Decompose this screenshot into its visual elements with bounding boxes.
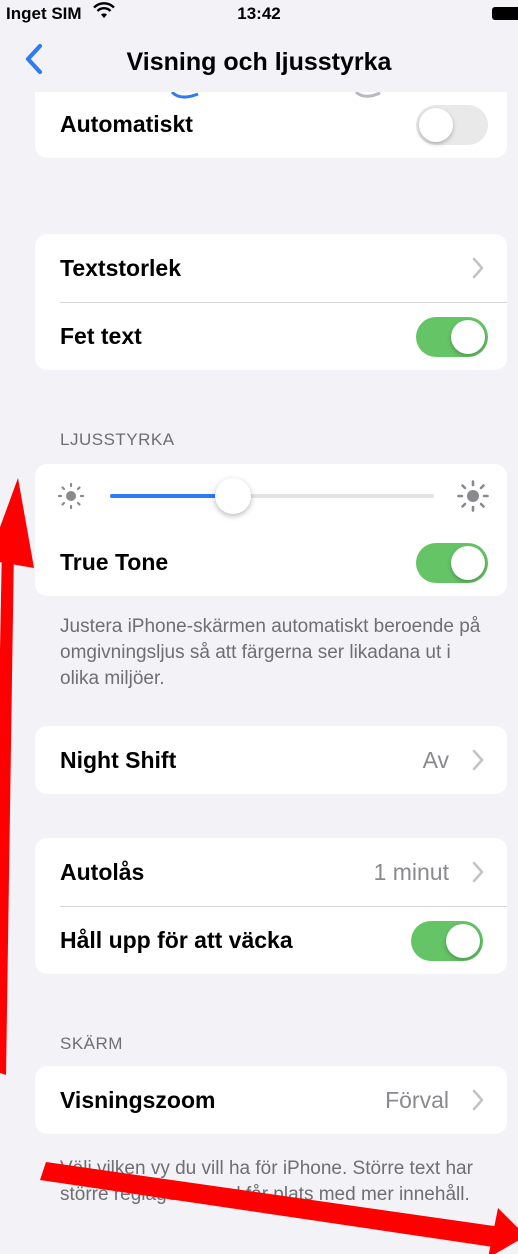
toggle-knob (419, 108, 453, 142)
brightness-header: LJUSSTYRKA (60, 430, 175, 449)
chevron-right-icon (472, 749, 484, 771)
text-size-label: Textstorlek (60, 255, 182, 281)
bold-text-row: Fet text (35, 302, 507, 370)
navigation-bar: Visning och ljusstyrka (0, 28, 518, 92)
appearance-radio-partial (354, 92, 381, 98)
settings-list[interactable]: Automatiskt Textstorlek Fet text LJUSSTY… (0, 92, 518, 1254)
true-tone-footer: Justera iPhone-skärmen automatiskt beroe… (60, 616, 481, 689)
true-tone-label: True Tone (60, 549, 169, 575)
status-bar: Inget SIM 13:42 (0, 0, 518, 28)
chevron-right-icon (472, 257, 484, 279)
night-shift-row[interactable]: Night Shift Av (35, 726, 507, 794)
display-zoom-card: Visningszoom Förval (35, 1066, 507, 1134)
true-tone-toggle[interactable] (416, 543, 488, 583)
text-card: Textstorlek Fet text (35, 234, 507, 370)
display-zoom-label: Visningszoom (60, 1087, 216, 1113)
sun-large-icon (457, 480, 489, 512)
automatic-toggle[interactable] (416, 105, 488, 145)
autolock-value: 1 minut (373, 859, 449, 885)
night-shift-card: Night Shift Av (35, 726, 507, 794)
raise-to-wake-row: Håll upp för att väcka (35, 906, 507, 974)
appearance-card: Automatiskt (35, 92, 507, 158)
toggle-knob (446, 924, 480, 958)
chevron-right-icon (472, 1089, 484, 1111)
display-zoom-value: Förval (385, 1087, 449, 1113)
text-size-row[interactable]: Textstorlek (35, 234, 507, 302)
display-zoom-footer: Välj vilken vy du vill ha för iPhone. St… (60, 1158, 473, 1205)
toggle-knob (451, 546, 485, 580)
brightness-card: True Tone (35, 464, 507, 596)
appearance-radio-partial (170, 92, 199, 99)
raise-to-wake-toggle[interactable] (411, 921, 483, 961)
clock: 13:42 (237, 4, 281, 23)
battery-icon (492, 7, 518, 20)
bold-text-label: Fet text (60, 323, 142, 349)
chevron-right-icon (472, 861, 484, 883)
display-zoom-row[interactable]: Visningszoom Förval (35, 1066, 507, 1134)
brightness-slider[interactable] (110, 478, 434, 514)
toggle-knob (451, 320, 485, 354)
true-tone-row: True Tone (35, 528, 507, 596)
night-shift-label: Night Shift (60, 747, 177, 773)
display-header: SKÄRM (60, 1034, 123, 1053)
night-shift-value: Av (422, 747, 449, 773)
brightness-slider-thumb[interactable] (215, 478, 252, 514)
autolock-row[interactable]: Autolås 1 minut (35, 838, 507, 906)
bold-text-toggle[interactable] (416, 317, 488, 357)
sun-small-icon (57, 482, 85, 510)
brightness-slider-row (35, 464, 507, 528)
page-title: Visning och ljusstyrka (126, 48, 392, 76)
autolock-label: Autolås (60, 859, 145, 885)
automatic-row[interactable]: Automatiskt (35, 92, 507, 158)
lock-card: Autolås 1 minut Håll upp för att väcka (35, 838, 507, 974)
raise-to-wake-label: Håll upp för att väcka (60, 927, 293, 953)
